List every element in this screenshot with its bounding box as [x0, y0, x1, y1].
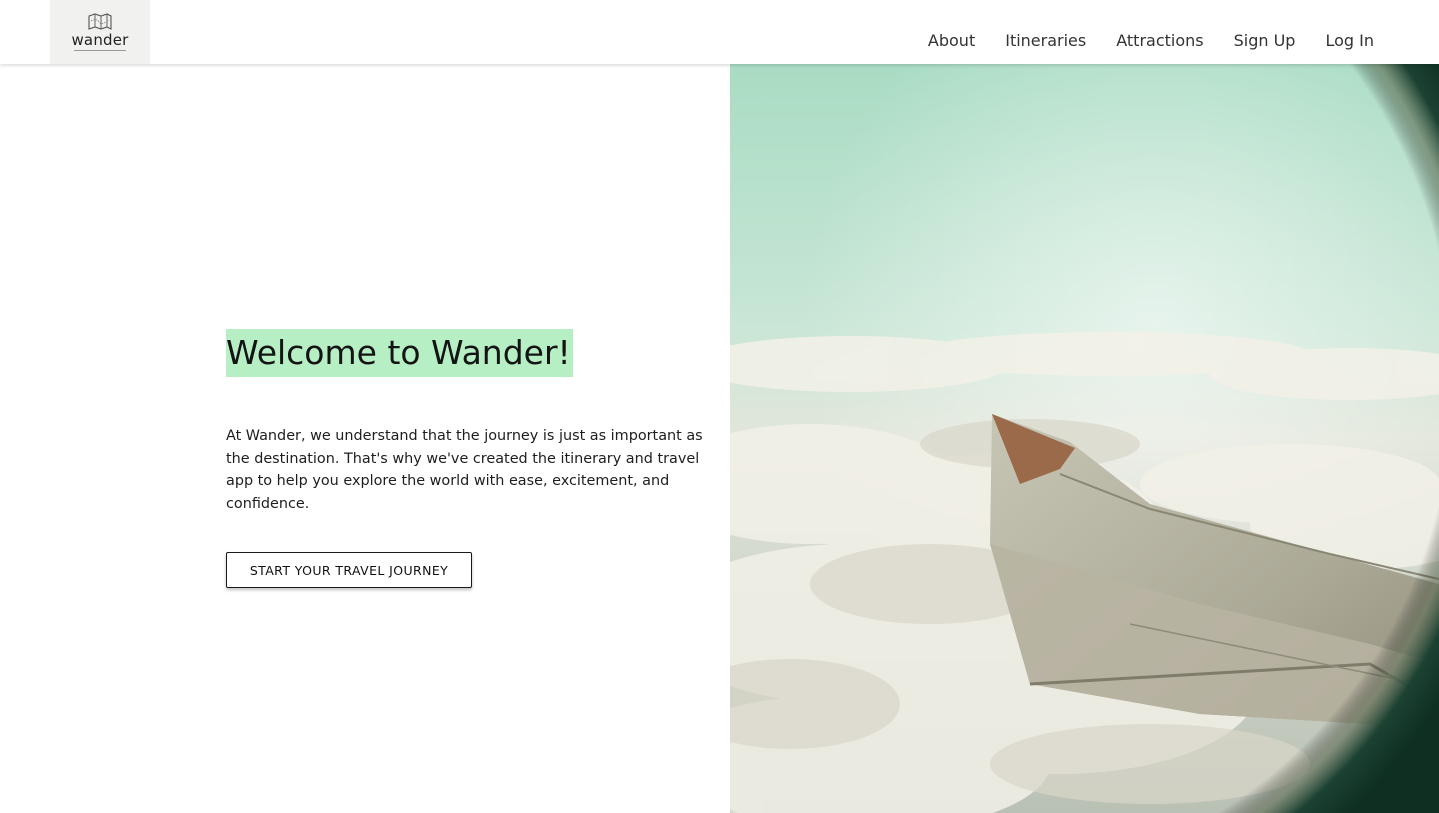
logo-wordmark: wander [71, 31, 129, 49]
hero-description: At Wander, we understand that the journe… [226, 428, 703, 512]
hero-text-section: Welcome to Wander! At Wander, we underst… [0, 64, 730, 813]
logo-underline [74, 50, 126, 51]
hero-image [730, 64, 1439, 813]
nav-about[interactable]: About [928, 30, 975, 52]
navbar: wander About Itineraries Attractions Sig… [0, 0, 1439, 64]
folded-map-icon [87, 13, 113, 31]
start-journey-button[interactable]: START YOUR TRAVEL JOURNEY [226, 552, 472, 588]
nav-itineraries[interactable]: Itineraries [1005, 30, 1086, 52]
logo[interactable]: wander [50, 0, 150, 64]
hero-title: Welcome to Wander! [226, 329, 573, 377]
nav-sign-up[interactable]: Sign Up [1234, 30, 1296, 52]
nav-log-in[interactable]: Log In [1325, 30, 1374, 52]
nav-attractions[interactable]: Attractions [1116, 30, 1203, 52]
nav-links: About Itineraries Attractions Sign Up Lo… [928, 30, 1374, 52]
